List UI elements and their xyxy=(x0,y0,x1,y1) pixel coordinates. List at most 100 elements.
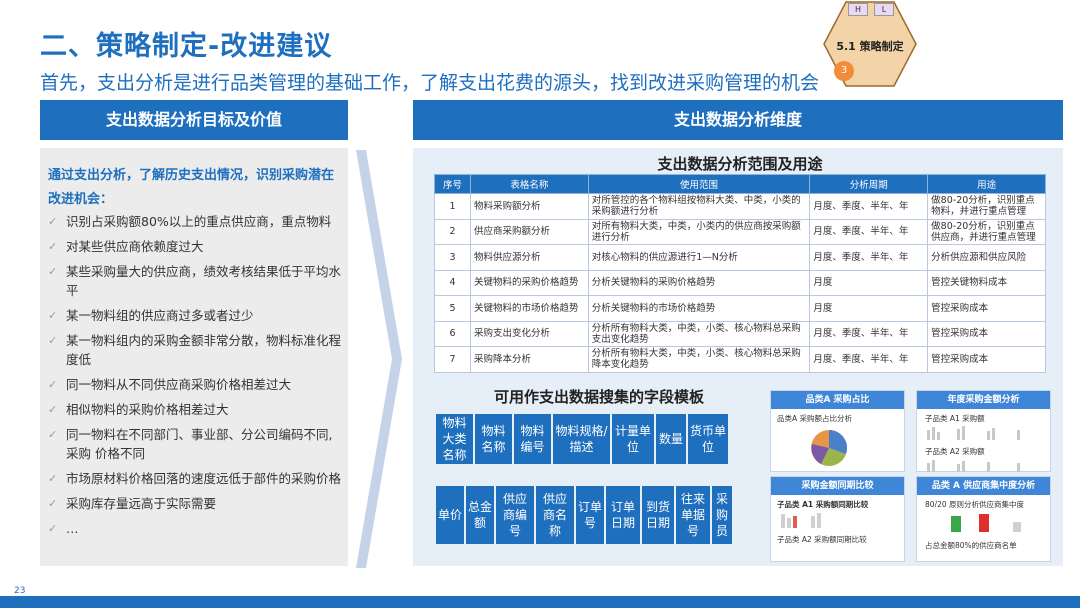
list-item-text: 某些采购量大的供应商，绩效考核结果低于平均水平 xyxy=(66,264,342,298)
step-number-badge: 3 xyxy=(834,61,854,81)
table-cell: 管控关键物料成本 xyxy=(927,269,1046,296)
thumb-title: 年度采购金额分析 xyxy=(917,391,1050,409)
thumb-line: 占总金额80%的供应商名单 xyxy=(925,541,1017,550)
table-cell: 物料采购额分析 xyxy=(469,193,589,220)
table-header-cell: 分析周期 xyxy=(809,174,929,194)
table-cell: 关键物料的市场价格趋势 xyxy=(469,295,589,322)
hex-tab-l: L xyxy=(874,3,894,16)
table-cell: 分析关键物料的采购价格趋势 xyxy=(587,269,811,296)
table-cell: 管控采购成本 xyxy=(927,320,1046,347)
list-item-text: 同一物料在不同部门、事业部、分公司编码不同,采购 价格不同 xyxy=(66,427,333,461)
table-cell: 1 xyxy=(434,193,471,220)
bar-chart-icon xyxy=(927,426,1020,440)
table-row: 4 关键物料的采购价格趋势 分析关键物料的采购价格趋势 月度 管控关键物料成本 xyxy=(434,269,1046,296)
page-title: 二、策略制定-改进建议 xyxy=(40,31,333,62)
table-cell: 采购降本分析 xyxy=(469,346,589,373)
table-header-row: 序号 表格名称 使用范围 分析周期 用途 xyxy=(434,174,1046,194)
table-cell: 对所管控的各个物料组按物料大类、中类，小类的采购额进行分析 xyxy=(587,193,811,220)
field-cell: 物料名称 xyxy=(475,414,512,464)
field-cell: 供应商名称 xyxy=(536,486,574,544)
analysis-range-table: 序号 表格名称 使用范围 分析周期 用途 1 物料采购额分析 对所管控的各个物料组按… xyxy=(434,174,1046,373)
table-cell: 做80-20分析，识别重点物料，并进行重点管理 xyxy=(927,193,1046,220)
thumb-line: 品类A 采购额占比分析 xyxy=(777,414,853,423)
field-cell: 供应商编号 xyxy=(496,486,534,544)
list-item-text: 某一物料组的供应商过多或者过少 xyxy=(66,308,254,323)
table-cell: 5 xyxy=(434,295,471,322)
thumb-title: 品类 A 供应商集中度分析 xyxy=(917,477,1050,495)
list-item: ✓… xyxy=(46,519,342,538)
hex-tab-h: H xyxy=(848,3,868,16)
table-row: 6 采购支出变化分析 分析所有物料大类，中类，小类、核心物料总采购支出变化趋势 月度、… xyxy=(434,320,1046,347)
table-cell: 6 xyxy=(434,320,471,347)
check-bullet-icon: ✓ xyxy=(48,334,58,347)
left-intro: 通过支出分析，了解历史支出情况，识别采购潜在改进机会： xyxy=(48,168,335,207)
field-cell: 物料规格/描述 xyxy=(553,414,610,464)
list-item: ✓ 某一物料组的供应商过多或者过少 xyxy=(46,306,342,325)
table-cell: 月度 xyxy=(809,295,929,322)
field-row-1: 物料大类名称 物料名称 物料编号 物料规格/描述 计量单位 数量 货币单位 xyxy=(436,414,728,464)
table-cell: 月度、季度、半年、年 xyxy=(809,218,929,245)
bar-chart-icon xyxy=(951,514,1021,532)
field-template-title: 可用作支出数据搜集的字段模板 xyxy=(493,388,704,406)
field-cell: 往来单据号 xyxy=(676,486,710,544)
range-table-title: 支出数据分析范围及用途 xyxy=(657,155,823,173)
field-cell: 订单号 xyxy=(576,486,604,544)
table-cell: 分析关键物料的市场价格趋势 xyxy=(587,295,811,322)
list-item: ✓ 对某些供应商依赖度过大 xyxy=(46,237,342,256)
table-cell: 2 xyxy=(434,218,471,245)
table-header-cell: 使用范围 xyxy=(587,174,811,194)
right-section-header: 支出数据分析维度 xyxy=(413,100,1063,140)
check-bullet-icon: ✓ xyxy=(48,309,58,322)
table-cell: 4 xyxy=(434,269,471,296)
list-item: ✓ 某些采购量大的供应商，绩效考核结果低于平均水平 xyxy=(46,262,342,300)
table-cell: 关键物料的采购价格趋势 xyxy=(469,269,589,296)
table-header-cell: 序号 xyxy=(434,174,471,194)
thumb-line: 子品类 A1 采购额同期比较 xyxy=(777,500,869,509)
table-row: 1 物料采购额分析 对所管控的各个物料组按物料大类、中类，小类的采购额进行分析 月度、… xyxy=(434,193,1046,220)
field-cell: 货币单位 xyxy=(688,414,728,464)
thumb-title: 品类A 采购占比 xyxy=(771,391,904,409)
table-row: 7 采购降本分析 分析所有物料大类，中类，小类、核心物料总采购降本变化趋势 月度、季度… xyxy=(434,346,1046,373)
list-item-text: 市场原材料价格回落的速度远低于部件的采购价格 xyxy=(66,471,342,486)
table-cell: 供应商采购额分析 xyxy=(469,218,589,245)
thumb-line: 子品类 A2 采购额同期比较 xyxy=(777,535,867,544)
bar-chart-icon xyxy=(781,513,821,528)
table-cell: 3 xyxy=(434,244,471,271)
table-cell: 月度、季度、半年、年 xyxy=(809,244,929,271)
table-row: 2 供应商采购额分析 对所有物料大类，中类，小类内的供应商按采购额进行分析 月度、季度… xyxy=(434,218,1046,245)
table-row: 5 关键物料的市场价格趋势 分析关键物料的市场价格趋势 月度 管控采购成本 xyxy=(434,295,1046,322)
thumb-line: 80/20 原则分析供应商集中度 xyxy=(925,500,1024,509)
list-item-text: 采购库存量远高于实际需要 xyxy=(66,496,217,511)
list-item: ✓ 市场原材料价格回落的速度远低于部件的采购价格 xyxy=(46,469,342,488)
table-cell: 管控采购成本 xyxy=(927,346,1046,373)
check-bullet-icon: ✓ xyxy=(48,240,58,253)
page-subtitle: 首先，支出分析是进行品类管理的基础工作，了解支出花费的源头，找到改进采购管理的机… xyxy=(40,72,820,94)
table-cell: 做80-20分析，识别重点供应商，并进行重点管理 xyxy=(927,218,1046,245)
table-header-cell: 表格名称 xyxy=(469,174,589,194)
table-cell: 月度、季度、半年、年 xyxy=(809,193,929,220)
check-bullet-icon: ✓ xyxy=(48,428,58,441)
table-cell: 月度、季度、半年、年 xyxy=(809,346,929,373)
thumb-title: 采购金额同期比较 xyxy=(771,477,904,495)
list-item-text: … xyxy=(66,521,79,536)
hex-label: 5.1 策略制定 xyxy=(836,40,904,53)
table-cell: 管控采购成本 xyxy=(927,295,1046,322)
page-number: 23 xyxy=(14,586,26,596)
table-cell: 分析所有物料大类，中类，小类、核心物料总采购降本变化趋势 xyxy=(587,346,811,373)
list-item: ✓ 同一物料从不同供应商采购价格相差过大 xyxy=(46,375,342,394)
field-cell: 到货日期 xyxy=(642,486,674,544)
list-item-text: 对某些供应商依赖度过大 xyxy=(66,239,204,254)
list-item: ✓ 相似物料的采购价格相差过大 xyxy=(46,400,342,419)
table-cell: 采购支出变化分析 xyxy=(469,320,589,347)
table-cell: 对所有物料大类，中类，小类内的供应商按采购额进行分析 xyxy=(587,218,811,245)
footer-bar xyxy=(0,596,1080,608)
thumb-line: 子品类 A2 采购额 xyxy=(925,447,985,456)
field-cell: 物料编号 xyxy=(514,414,551,464)
list-item: ✓ 识别占采购额80%以上的重点供应商，重点物料 xyxy=(46,212,342,231)
table-header-cell: 用途 xyxy=(927,174,1046,194)
check-bullet-icon: ✓ xyxy=(48,403,58,416)
check-bullet-icon: ✓ xyxy=(48,522,58,535)
table-cell: 对核心物料的供应源进行1—N分析 xyxy=(587,244,811,271)
field-cell: 订单日期 xyxy=(606,486,640,544)
list-item-text: 同一物料从不同供应商采购价格相差过大 xyxy=(66,377,292,392)
